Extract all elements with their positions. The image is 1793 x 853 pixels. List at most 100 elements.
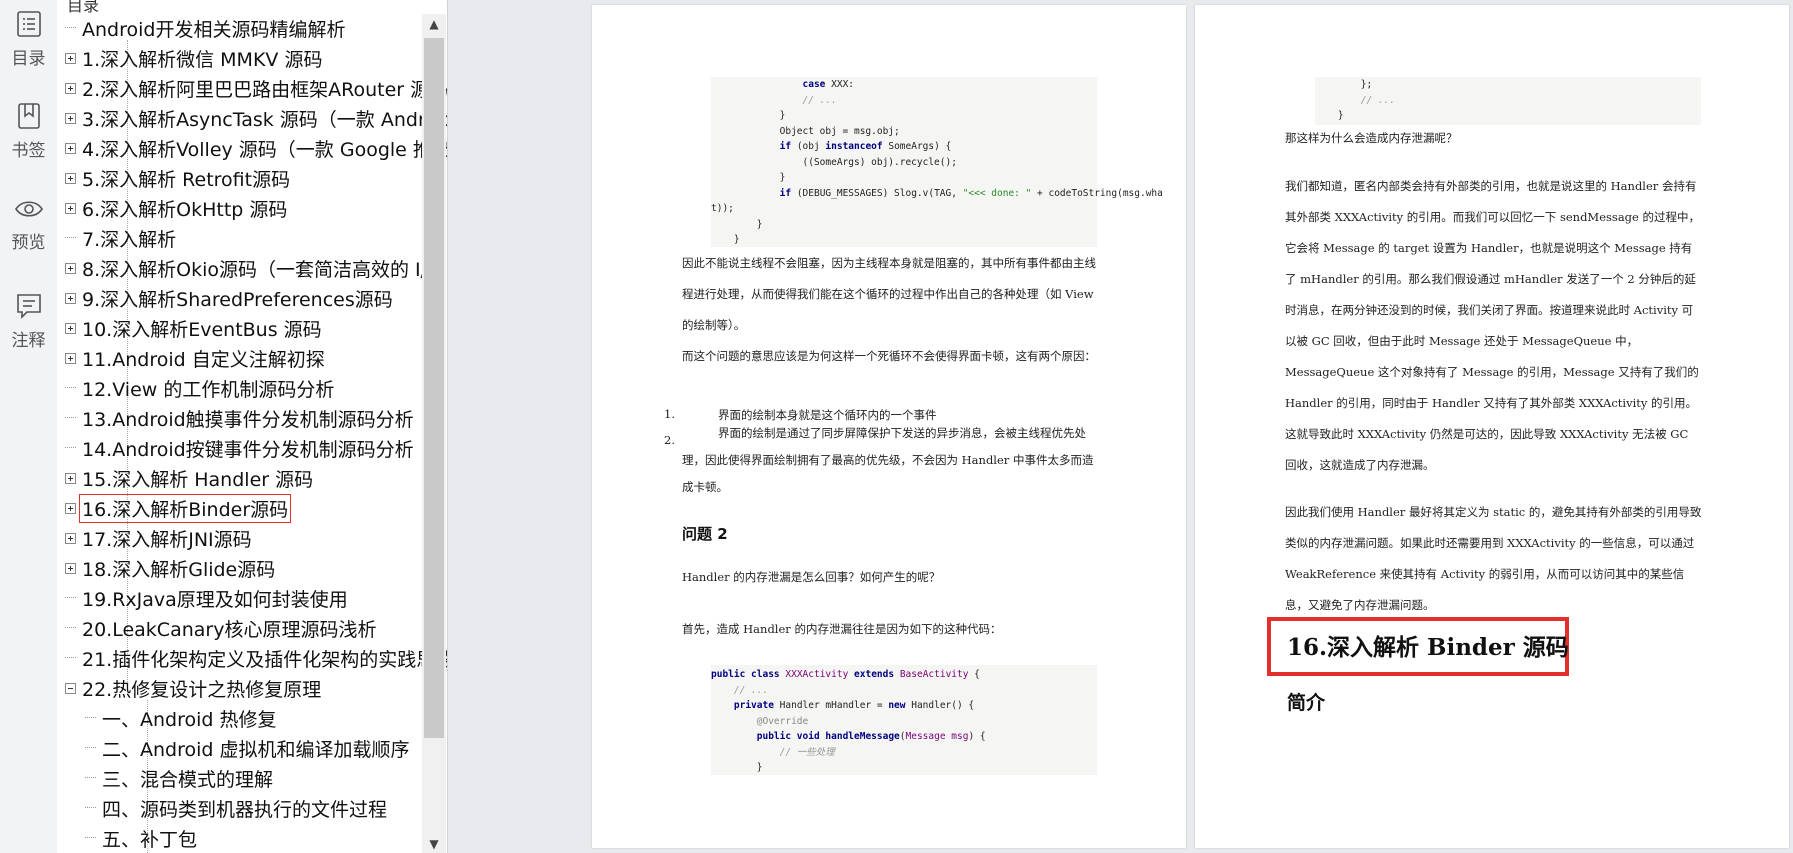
- rail-comment-label: 注释: [11, 331, 46, 351]
- paragraph: 因此我们使用 Handler 最好将其定义为 static 的，避免其持有外部类…: [1285, 505, 1702, 612]
- toc-item-label: 12.View 的工作机制源码分析: [82, 378, 335, 401]
- toc-item[interactable]: 14.Android按键事件分发机制源码分析: [65, 433, 416, 463]
- rail-preview-button[interactable]: 预览: [0, 196, 57, 253]
- toc-item-label: 20.LeakCanary核心原理源码浅析: [82, 618, 377, 641]
- toc-item[interactable]: 三、混合模式的理解: [85, 763, 275, 793]
- tree-connector: [85, 837, 96, 839]
- toc-item-label: 3.深入解析AsyncTask 源码（一款 Android: [82, 108, 448, 131]
- tree-connector: [65, 237, 76, 239]
- paragraph: Handler 的内存泄漏是怎么回事？如何产生的呢？: [682, 570, 941, 584]
- rail-bookmark-label: 书签: [11, 141, 46, 161]
- rail-comment-button[interactable]: 注释: [0, 292, 57, 351]
- toc-item[interactable]: 15.深入解析 Handler 源码: [65, 463, 315, 493]
- list-item: 界面的绘制是通过了同步屏障保护下发送的异步消息，会被主线程优先处理，因此使得界面…: [682, 426, 1094, 494]
- toc-item-label: 10.深入解析EventBus 源码: [82, 318, 322, 341]
- toc-item-label: 6.深入解析OkHttp 源码: [82, 198, 288, 221]
- toc-item[interactable]: 1.深入解析微信 MMKV 源码: [65, 43, 324, 73]
- toc-item[interactable]: 20.LeakCanary核心原理源码浅析: [65, 613, 378, 643]
- toc-item-label: 15.深入解析 Handler 源码: [82, 468, 314, 491]
- toc-item-label: 一、Android 热修复: [102, 708, 277, 731]
- rail-toc-button[interactable]: 目录: [0, 10, 57, 69]
- expand-plus-icon[interactable]: [65, 292, 76, 304]
- toc-item-label: 19.RxJava原理及如何封装使用: [82, 588, 348, 611]
- rail-toc-label: 目录: [11, 49, 46, 69]
- tree-connector: [65, 627, 76, 629]
- toc-item-label: 4.深入解析Volley 源码（一款 Google 推出: [82, 138, 448, 161]
- tree-connector: [65, 387, 76, 389]
- toc-item-label: 8.深入解析Okio源码（一套简洁高效的 I/O: [82, 258, 442, 281]
- toc-item[interactable]: 16.深入解析Binder源码: [65, 493, 292, 523]
- toc-item[interactable]: 6.深入解析OkHttp 源码: [65, 193, 289, 223]
- paragraph: 那这样为什么会造成内存泄漏呢？: [1285, 131, 1458, 145]
- collapse-minus-icon[interactable]: [65, 682, 76, 694]
- tree-connector: [65, 27, 76, 29]
- toc-item-label: 21.插件化架构定义及插件化架构的实践思路: [82, 648, 448, 671]
- toc-item-label: 22.热修复设计之热修复原理: [82, 678, 322, 701]
- scroll-down-arrow-icon[interactable]: ▼: [422, 835, 446, 853]
- bookmark-icon: [17, 103, 40, 129]
- toc-item-label: 17.深入解析JNI源码: [82, 528, 252, 551]
- toc-item-label: 16.深入解析Binder源码: [78, 493, 292, 523]
- expand-plus-icon[interactable]: [65, 202, 76, 214]
- toc-item[interactable]: Android开发相关源码精编解析: [65, 13, 347, 43]
- toc-item[interactable]: 一、Android 热修复: [85, 703, 279, 733]
- expand-plus-icon[interactable]: [65, 322, 76, 334]
- toc-item[interactable]: 3.深入解析AsyncTask 源码（一款 Android: [65, 103, 448, 133]
- toc-item[interactable]: 11.Android 自定义注解初探: [65, 343, 327, 373]
- toc-item[interactable]: 9.深入解析SharedPreferences源码: [65, 283, 395, 313]
- toc-item-label: Android开发相关源码精编解析: [82, 18, 346, 41]
- toc-item[interactable]: 二、Android 虚拟机和编译加载顺序: [85, 733, 412, 763]
- toc-item[interactable]: 12.View 的工作机制源码分析: [65, 373, 336, 403]
- toc-item[interactable]: 17.深入解析JNI源码: [65, 523, 254, 553]
- toc-item-label: 四、源码类到机器执行的文件过程: [102, 798, 388, 821]
- toc-item[interactable]: 2.深入解析阿里巴巴路由框架ARouter 源码: [65, 73, 448, 103]
- toc-item-label: 2.深入解析阿里巴巴路由框架ARouter 源码: [82, 78, 448, 101]
- paragraph: 首先，造成 Handler 的内存泄漏往往是因为如下的这种代码：: [682, 622, 1002, 636]
- section-title: 简介: [1287, 692, 1326, 714]
- code-block: }; // ... }: [1315, 77, 1701, 125]
- toc-item[interactable]: 19.RxJava原理及如何封装使用: [65, 583, 350, 613]
- toc-item-label: 1.深入解析微信 MMKV 源码: [82, 48, 323, 71]
- toc-list-icon: [16, 11, 41, 37]
- toc-panel: 目录 Android开发相关源码精编解析 1.深入解析微信 MMKV 源码 2.深入…: [57, 0, 448, 853]
- toc-item-label: 11.Android 自定义注解初探: [82, 348, 325, 371]
- scroll-thumb[interactable]: [424, 38, 444, 738]
- expand-plus-icon[interactable]: [65, 472, 76, 484]
- expand-plus-icon[interactable]: [65, 262, 76, 274]
- toc-item[interactable]: 21.插件化架构定义及插件化架构的实践思路: [65, 643, 448, 673]
- expand-plus-icon[interactable]: [65, 352, 76, 364]
- toc-item[interactable]: 18.深入解析Glide源码: [65, 553, 277, 583]
- expand-plus-icon[interactable]: [65, 142, 76, 154]
- toc-item[interactable]: 4.深入解析Volley 源码（一款 Google 推出: [65, 133, 448, 163]
- toc-item[interactable]: 7.深入解析: [65, 223, 178, 253]
- toc-item-label: 5.深入解析 Retrofit源码: [82, 168, 291, 191]
- scroll-up-arrow-icon[interactable]: ▲: [422, 14, 446, 34]
- toc-item[interactable]: 10.深入解析EventBus 源码: [65, 313, 324, 343]
- expand-plus-icon[interactable]: [65, 532, 76, 544]
- tree-connector: [65, 657, 76, 659]
- toc-item-label: 三、混合模式的理解: [102, 768, 274, 791]
- rail-bookmark-button[interactable]: 书签: [0, 102, 57, 161]
- toc-item[interactable]: 8.深入解析Okio源码（一套简洁高效的 I/O: [65, 253, 444, 283]
- expand-plus-icon[interactable]: [65, 562, 76, 574]
- tree-connector: [65, 447, 76, 449]
- toc-item[interactable]: 5.深入解析 Retrofit源码: [65, 163, 292, 193]
- side-rail: 目录 书签 预览 注释: [0, 0, 58, 853]
- toc-item[interactable]: 五、补丁包: [85, 823, 199, 853]
- paragraph: 我们都知道，匿名内部类会持有外部类的引用，也就是说这里的 Handler 会持有…: [1285, 179, 1700, 472]
- toc-item[interactable]: 22.热修复设计之热修复原理: [65, 673, 323, 703]
- comment-icon: [16, 294, 41, 319]
- toc-item[interactable]: 四、源码类到机器执行的文件过程: [85, 793, 389, 823]
- paragraph: 因此不能说主线程不会阻塞，因为主线程本身就是阻塞的，其中所有事件都由主线程进行处…: [682, 256, 1096, 332]
- expand-plus-icon[interactable]: [65, 172, 76, 184]
- expand-plus-icon[interactable]: [65, 52, 76, 64]
- rail-preview-label: 预览: [11, 233, 46, 253]
- toc-item[interactable]: 13.Android触摸事件分发机制源码分析: [65, 403, 416, 433]
- code-block: public class XXXActivity extends BaseAct…: [711, 665, 1097, 775]
- toc-item-label: 13.Android触摸事件分发机制源码分析: [82, 408, 414, 431]
- toc-item-label: 五、补丁包: [102, 828, 198, 851]
- expand-plus-icon[interactable]: [65, 82, 76, 94]
- expand-plus-icon[interactable]: [65, 112, 76, 124]
- code-block: case XXX: // ... } Object obj = msg.obj;…: [711, 77, 1163, 247]
- expand-plus-icon[interactable]: [65, 502, 76, 514]
